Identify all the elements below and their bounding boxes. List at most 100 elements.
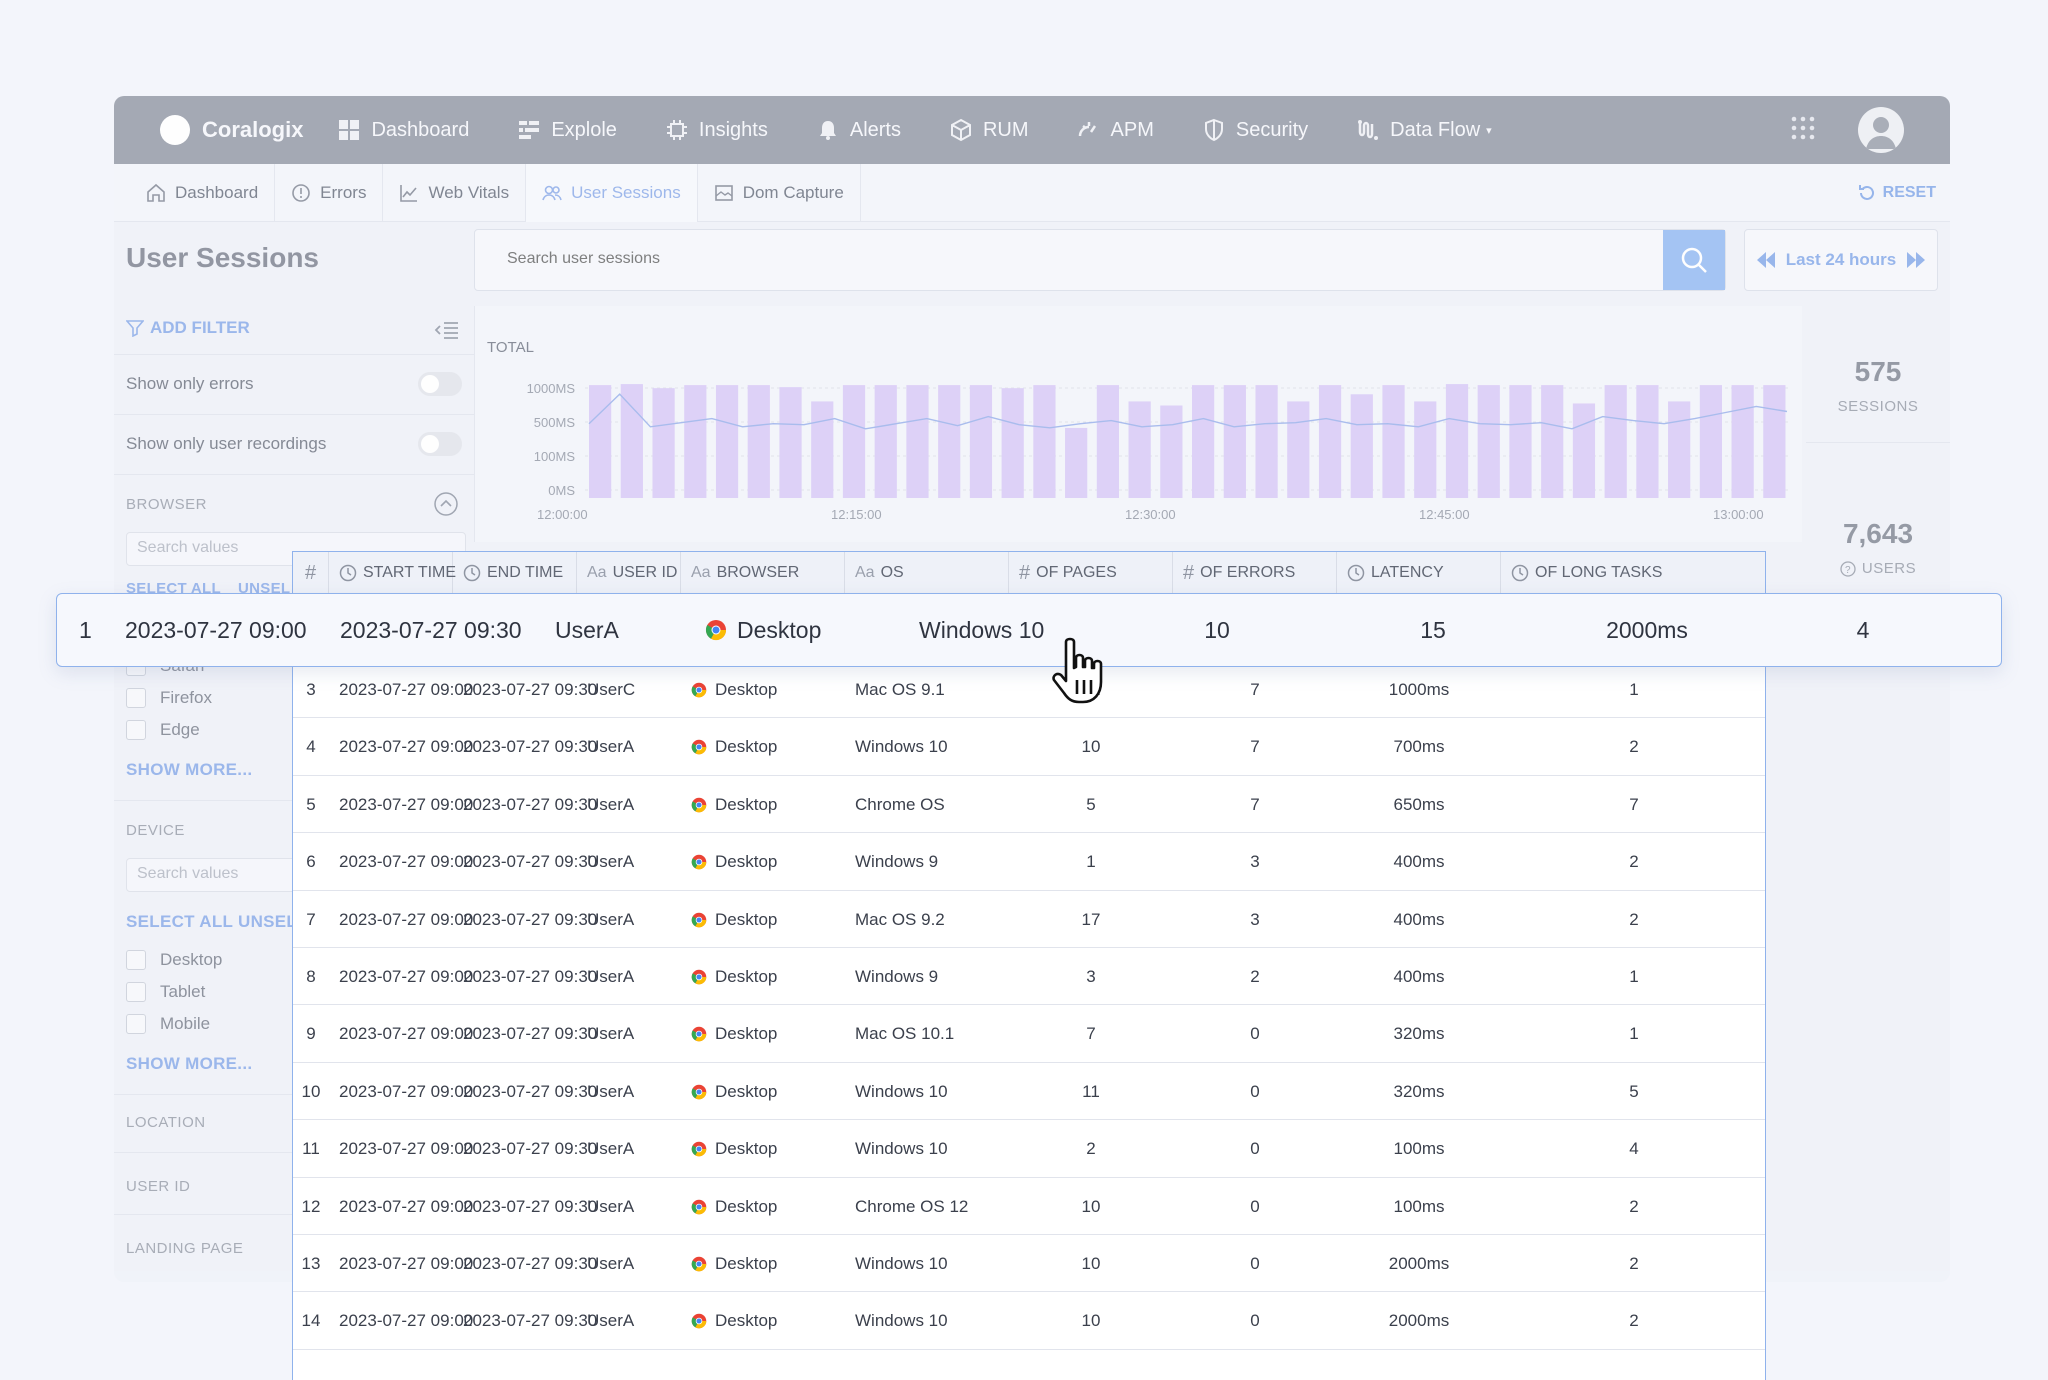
cell-end-time: 2023-07-27 09:30: [463, 794, 598, 814]
device-option-desktop[interactable]: Desktop: [126, 950, 222, 970]
nav-security[interactable]: Security: [1202, 118, 1308, 142]
table-row[interactable]: 8 2023-07-27 09:00 2023-07-27 09:30 UserA De…: [293, 948, 1765, 1006]
fast-forward-icon[interactable]: [1906, 251, 1926, 269]
apps-grid-icon[interactable]: [1790, 115, 1816, 146]
nav-apm[interactable]: APM: [1077, 118, 1154, 142]
cell-user-id[interactable]: UserC: [587, 661, 681, 718]
table-row[interactable]: 14 2023-07-27 09:00 2023-07-27 09:30 UserA D…: [293, 1293, 1765, 1350]
table-row[interactable]: 12 2023-07-27 09:00 2023-07-27 09:30 UserA D…: [293, 1178, 1765, 1235]
nav-insights[interactable]: Insights: [665, 118, 768, 142]
checkbox[interactable]: [126, 982, 146, 1002]
session-search-input[interactable]: [507, 250, 1407, 268]
column-header-latency[interactable]: LATENCY: [1337, 552, 1501, 594]
table-row[interactable]: 4 2023-07-27 09:00 2023-07-27 09:30 UserA De…: [293, 719, 1765, 776]
cell-latency: 320ms: [1393, 1024, 1445, 1044]
nav-dashboard[interactable]: Dashboard: [337, 118, 469, 142]
browser-collapse-icon[interactable]: [434, 492, 458, 521]
column-header-user-id[interactable]: Aa USER ID: [577, 552, 681, 594]
tab-dom-capture[interactable]: Dom Capture: [698, 163, 861, 222]
cell-user-id[interactable]: UserA: [587, 1235, 681, 1292]
table-row[interactable]: 5 2023-07-27 09:00 2023-07-27 09:30 UserA De…: [293, 776, 1765, 834]
user-id-section-title[interactable]: USER ID: [126, 1178, 190, 1195]
time-range-picker[interactable]: Last 24 hours: [1744, 229, 1938, 291]
cell-user-id[interactable]: UserA: [555, 594, 619, 666]
device-option-mobile[interactable]: Mobile: [126, 1014, 210, 1034]
cell-user-id[interactable]: UserA: [587, 1121, 681, 1178]
column-header-start-time[interactable]: START TIME: [329, 552, 456, 594]
browser-show-more[interactable]: SHOW MORE...: [126, 760, 252, 780]
column-header-errors[interactable]: # OF ERRORS: [1173, 552, 1337, 594]
device-unselect[interactable]: UNSEL: [238, 912, 297, 932]
cell-user-id[interactable]: UserA: [587, 1178, 681, 1235]
nav-rum[interactable]: RUM: [949, 118, 1029, 142]
latency-bar: [589, 385, 612, 498]
grid-icon: [337, 118, 361, 142]
highlighted-table-row[interactable]: 1 2023-07-27 09:00 2023-07-27 09:30 User…: [56, 593, 2002, 667]
cell-user-id[interactable]: UserA: [587, 948, 681, 1005]
nav-alerts[interactable]: Alerts: [816, 118, 901, 142]
tab-user-sessions[interactable]: User Sessions: [526, 163, 698, 222]
cell-errors: 0: [1250, 1253, 1260, 1273]
browser-option-edge[interactable]: Edge: [126, 720, 200, 740]
cell-user-id[interactable]: UserA: [587, 1006, 681, 1063]
landing-page-section-title[interactable]: LANDING PAGE: [126, 1240, 243, 1257]
column-header-pages[interactable]: # OF PAGES: [1009, 552, 1173, 594]
cell-user-id[interactable]: UserA: [587, 891, 681, 948]
device-select-all[interactable]: SELECT ALL: [126, 912, 233, 932]
table-row[interactable]: 9 2023-07-27 09:00 2023-07-27 09:30 UserA De…: [293, 1006, 1765, 1063]
rewind-icon[interactable]: [1756, 251, 1776, 269]
cell-user-id[interactable]: UserA: [587, 1293, 681, 1350]
cell-latency: 650ms: [1393, 794, 1445, 814]
user-avatar-icon[interactable]: [1858, 107, 1904, 153]
cell-errors: 3: [1250, 909, 1260, 929]
checkbox[interactable]: [126, 688, 146, 708]
checkbox[interactable]: [126, 720, 146, 740]
table-row[interactable]: 6 2023-07-27 09:00 2023-07-27 09:30 UserA De…: [293, 834, 1765, 891]
cell-user-id[interactable]: UserA: [587, 834, 681, 891]
device-show-more[interactable]: SHOW MORE...: [126, 1054, 252, 1074]
show-recordings-toggle[interactable]: [418, 432, 462, 456]
browser-label: Desktop: [715, 909, 778, 929]
location-section-title[interactable]: LOCATION: [126, 1114, 206, 1131]
cell-latency: 400ms: [1393, 909, 1445, 929]
tab-label: User Sessions: [571, 182, 681, 202]
cell-end-time: 2023-07-27 09:30: [340, 616, 522, 643]
search-button[interactable]: [1663, 230, 1725, 290]
cell-browser: Desktop: [691, 948, 845, 1005]
nav-data-flow[interactable]: Data Flow ▾: [1356, 118, 1492, 142]
table-row[interactable]: 11 2023-07-27 09:00 2023-07-27 09:30 UserA D…: [293, 1121, 1765, 1178]
table-row[interactable]: 13 2023-07-27 09:00 2023-07-27 09:30 UserA D…: [293, 1235, 1765, 1293]
cell-user-id[interactable]: UserA: [587, 719, 681, 776]
column-header-index[interactable]: #: [293, 552, 329, 594]
collapse-sidebar-icon[interactable]: [434, 320, 460, 345]
cell-index: 13: [301, 1253, 321, 1273]
device-option-tablet[interactable]: Tablet: [126, 982, 205, 1002]
tab-errors[interactable]: Errors: [275, 163, 384, 222]
latency-chart-panel: TOTAL 1000MS 500MS 100MS 0MS 12:00:00 12:15:00…: [474, 306, 1802, 542]
show-errors-toggle[interactable]: [418, 372, 462, 396]
number-type-icon: #: [1183, 561, 1195, 584]
reset-label: RESET: [1882, 183, 1936, 201]
add-filter-button[interactable]: ADD FILTER: [126, 318, 250, 338]
column-header-os[interactable]: Aa OS: [845, 552, 1009, 594]
table-row[interactable]: 3 2023-07-27 09:00 2023-07-27 09:30 UserC De…: [293, 661, 1765, 719]
checkbox[interactable]: [126, 950, 146, 970]
browser-label: Desktop: [715, 1253, 778, 1273]
tab-web-vitals[interactable]: Web Vitals: [383, 163, 527, 222]
cell-user-id[interactable]: UserA: [587, 776, 681, 833]
checkbox[interactable]: [126, 1014, 146, 1034]
table-row[interactable]: 7 2023-07-27 09:00 2023-07-27 09:30 UserA De…: [293, 891, 1765, 948]
column-header-browser[interactable]: Aa BROWSER: [681, 552, 845, 594]
reset-button[interactable]: RESET: [1857, 183, 1936, 203]
brand-logo[interactable]: Coralogix: [160, 115, 303, 145]
tab-dashboard[interactable]: Dashboard: [130, 163, 276, 222]
table-row[interactable]: 10 2023-07-27 09:00 2023-07-27 09:30 UserA D…: [293, 1063, 1765, 1121]
browser-option-firefox[interactable]: Firefox: [126, 688, 212, 708]
cell-user-id[interactable]: UserA: [587, 1063, 681, 1120]
browser-label: Desktop: [715, 1081, 778, 1101]
column-header-end-time[interactable]: END TIME: [453, 552, 577, 594]
cell-latency: 1000ms: [1388, 679, 1450, 699]
nav-explore[interactable]: Explole: [517, 118, 617, 142]
column-header-long-tasks[interactable]: OF LONG TASKS: [1501, 552, 1765, 594]
cell-os: Windows 10: [855, 1081, 948, 1101]
